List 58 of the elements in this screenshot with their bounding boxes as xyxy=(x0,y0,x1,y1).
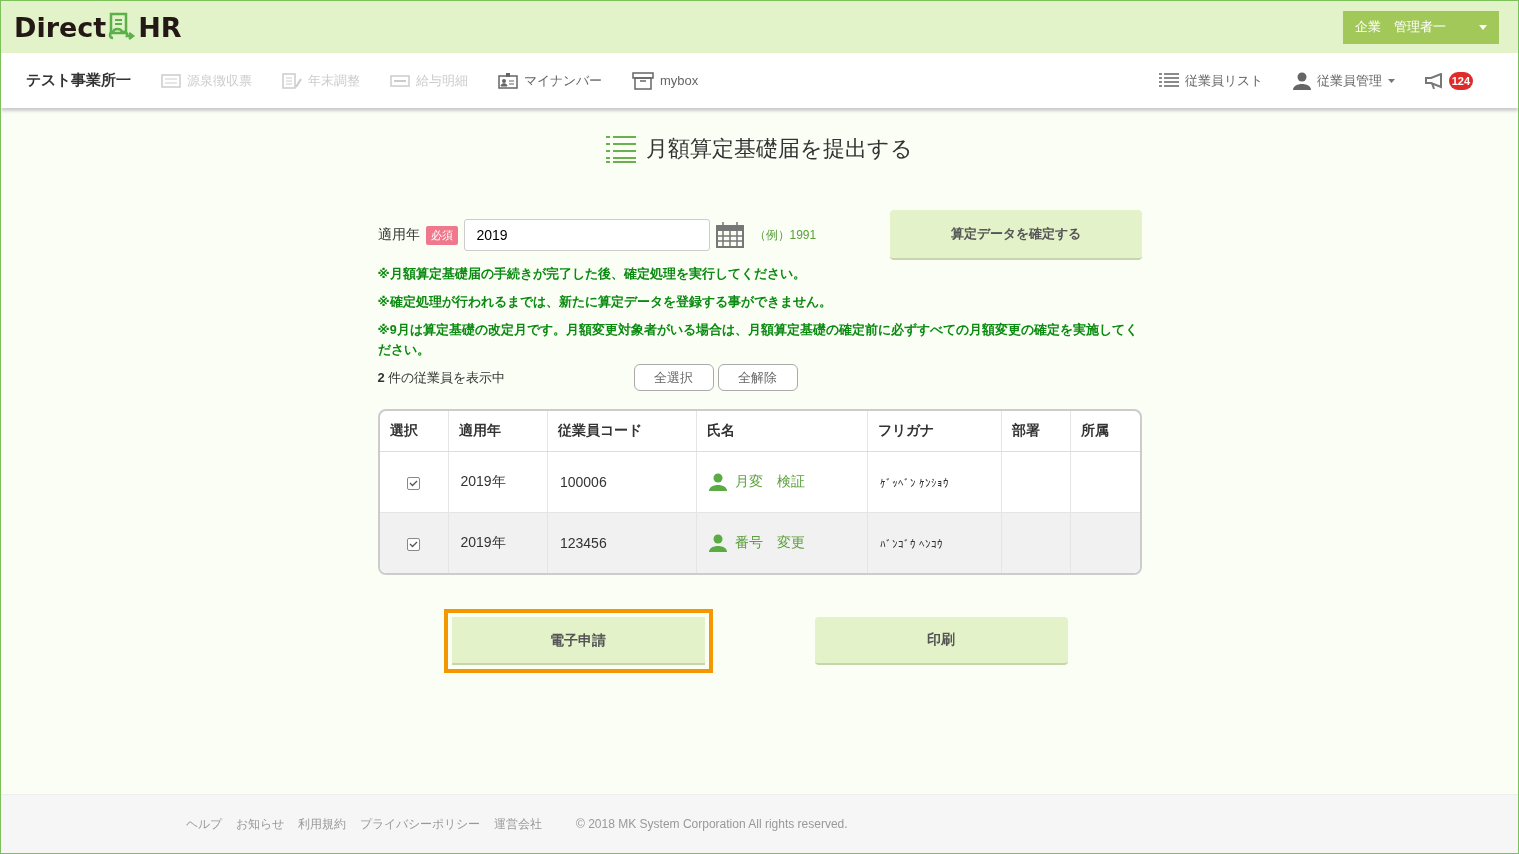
action-button[interactable]: 印刷 xyxy=(814,617,1068,665)
document-pencil-icon xyxy=(282,72,302,89)
year-input[interactable]: 2019 xyxy=(463,219,710,251)
card-icon xyxy=(390,74,410,87)
table-cell: 2019年 xyxy=(460,473,506,489)
notification-count: 124 xyxy=(1448,71,1473,90)
notice-text: ※9月は算定基礎の改定月です。月額変更対象者がいる場合は、月額算定基礎の確定前に必ずすべての月額変更の確定を実施してください。 xyxy=(377,321,1139,359)
person-icon xyxy=(708,473,727,491)
office-name: テスト事業所一 xyxy=(26,71,131,90)
action-button[interactable]: 電子申請 xyxy=(443,609,713,673)
footer-link[interactable]: 利用規約 xyxy=(298,815,346,833)
column-header: フリガナ xyxy=(867,411,1002,452)
copyright-text: © 2018 MK System Corporation All rights reserved. xyxy=(576,817,848,831)
clear-all-button[interactable]: 全解除 xyxy=(717,364,798,391)
table-cell: ﾊﾞﾝｺﾞｳ ﾍﾝｺｳ xyxy=(880,538,944,550)
employee-name-link[interactable]: 月変 検証 xyxy=(734,473,805,491)
field-label: 適用年 xyxy=(377,226,420,244)
nav-link[interactable]: 従業員リスト xyxy=(1158,71,1263,90)
person-icon xyxy=(1292,71,1311,90)
count-text: 2 件の従業員を表示中 xyxy=(377,368,507,387)
logo-text: Direct xyxy=(14,11,107,43)
select-all-button[interactable]: 全選択 xyxy=(633,364,714,391)
notice-text: ※月額算定基礎届の手続きが完了した後、確定処理を実行してください。 xyxy=(377,265,807,283)
column-header: 部署 xyxy=(1001,411,1071,452)
column-header: 従業員コード xyxy=(547,411,697,452)
example-text: （例）1991 xyxy=(753,226,817,244)
row-checkbox[interactable] xyxy=(407,538,420,551)
required-badge: 必須 xyxy=(425,225,458,245)
footer-link[interactable]: お知らせ xyxy=(236,815,284,833)
table-cell: ｹﾞｯﾍﾞﾝ ｹﾝｼｮｳ xyxy=(880,477,950,489)
footer-link[interactable]: 運営会社 xyxy=(494,815,542,833)
person-icon xyxy=(708,534,727,552)
table-cell: 2019年 xyxy=(460,534,506,550)
column-header: 選択 xyxy=(379,411,448,452)
id-card-icon xyxy=(498,72,518,89)
column-header: 所属 xyxy=(1070,411,1140,452)
footer-link[interactable]: ヘルプ xyxy=(186,815,222,833)
nav-link[interactable]: mybox xyxy=(632,71,699,90)
confirm-button[interactable]: 算定データを確定する xyxy=(889,210,1142,260)
calendar-icon[interactable] xyxy=(715,222,744,248)
column-header: 適用年 xyxy=(448,411,548,452)
list-icon xyxy=(1158,72,1179,89)
table-cell: 100006 xyxy=(559,474,607,490)
receipt-icon xyxy=(161,73,181,88)
list-icon xyxy=(606,135,636,163)
column-header: 氏名 xyxy=(696,411,868,452)
notification-button[interactable]: 124 xyxy=(1424,71,1473,90)
employee-name-link[interactable]: 番号 変更 xyxy=(734,534,805,552)
table-cell: 123456 xyxy=(559,535,607,551)
box-icon xyxy=(632,71,654,90)
notice-text: ※確定処理が行われるまでは、新たに算定データを登録する事ができません。 xyxy=(377,294,833,311)
page-title: 月額算定基礎届を提出する xyxy=(646,135,913,163)
logo-text: HR xyxy=(138,11,182,43)
nav-link[interactable]: 従業員管理 xyxy=(1292,71,1395,90)
footer-link[interactable]: プライバシーポリシー xyxy=(360,815,480,833)
caret-icon xyxy=(1479,24,1487,30)
nav-link[interactable]: マイナンバー xyxy=(498,71,602,90)
row-checkbox[interactable] xyxy=(407,477,420,490)
